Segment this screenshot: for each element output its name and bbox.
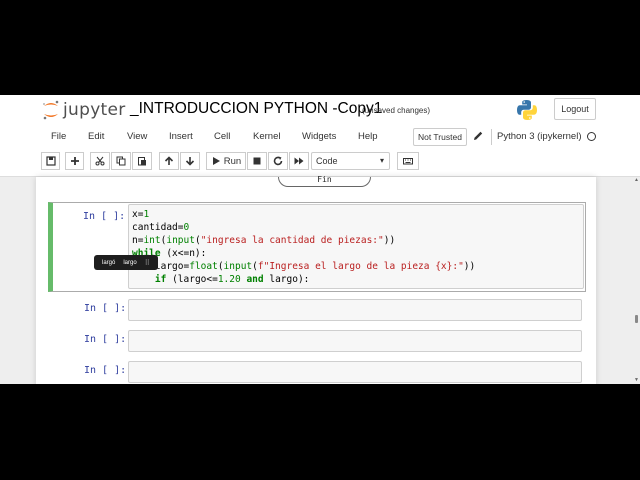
jupyter-logo-icon [43,100,59,120]
command-palette-button[interactable] [397,152,419,170]
keyboard-icon [403,158,413,165]
scroll-down-icon[interactable]: ▼ [634,377,639,383]
browser-viewport: jupyter _INTRODUCCION PYTHON -Copy1 (uns… [0,95,640,384]
fast-forward-icon [294,157,304,165]
toolbar: Run Code ▾ [0,148,640,177]
arrow-up-icon [164,156,174,165]
cut-icon [95,156,105,166]
jupyter-wordmark: jupyter [63,100,126,120]
interrupt-button[interactable] [247,152,267,170]
cell-prompt: In [ ]: [84,365,127,376]
scrollbar-thumb[interactable] [635,315,638,323]
python-logo-icon [517,100,537,120]
restart-run-all-button[interactable] [289,152,309,170]
autocomplete-item[interactable]: largo [123,260,136,266]
cell-prompt: In [ ]: [84,303,127,314]
kernel-idle-icon [587,132,596,141]
restart-button[interactable] [268,152,288,170]
page-scrollbar[interactable]: ▲ ▼ [633,177,640,384]
paste-button[interactable] [132,152,152,170]
notebook-header: jupyter _INTRODUCCION PYTHON -Copy1 (uns… [0,95,640,126]
kernel-divider [491,129,492,145]
grip-icon: ⠿ [144,259,150,267]
cell-prompt: In [ ]: [83,211,126,222]
cell-prompt: In [ ]: [84,334,127,345]
logout-button[interactable]: Logout [554,98,596,120]
run-label: Run [223,155,242,167]
menubar: File Edit View Insert Cell Kernel Widget… [0,126,640,148]
menu-edit[interactable]: Edit [88,131,104,142]
code-cell[interactable]: In [ ]: [48,326,586,354]
menu-widgets[interactable]: Widgets [302,131,336,142]
stop-icon [253,157,261,165]
notebook-container: Fin In [ ]: x=1 cantidad=0 n=int(input("… [36,175,596,384]
paste-icon [138,157,146,166]
previous-cell-output: Fin [278,175,371,187]
autocomplete-tooltip: largó largo ⠿ [94,255,158,270]
previous-output-text: Fin [317,175,332,184]
jupyter-logo[interactable]: jupyter [42,100,126,120]
copy-icon [116,156,126,166]
run-button[interactable]: Run [206,152,246,170]
play-icon [212,157,220,165]
cell-type-select[interactable]: Code ▾ [311,152,390,170]
insert-cell-button[interactable] [65,152,84,170]
code-line: largo=float(input(f"Ingresa el largo de … [132,261,476,272]
cell-type-value: Code [316,156,338,166]
chevron-down-icon: ▾ [379,156,384,165]
code-line: n=int(input("ingresa la cantidad de piez… [132,235,396,246]
menu-file[interactable]: File [51,131,66,142]
move-up-button[interactable] [159,152,179,170]
menu-cell[interactable]: Cell [214,131,230,142]
kernel-name[interactable]: Python 3 (ipykernel) [497,131,581,142]
code-editor[interactable]: x=1 cantidad=0 n=int(input("ingresa la c… [128,204,584,289]
code-cell[interactable]: In [ ]: [48,295,586,323]
cut-button[interactable] [90,152,110,170]
menu-insert[interactable]: Insert [169,131,193,142]
code-line: x=1 [132,209,150,220]
code-cell[interactable]: In [ ]: [48,357,586,384]
menu-kernel[interactable]: Kernel [253,131,280,142]
code-editor[interactable] [128,330,582,352]
move-down-button[interactable] [180,152,200,170]
restart-icon [273,156,283,166]
arrow-down-icon [185,157,195,166]
save-status: (unsaved changes) [362,106,431,115]
menu-view[interactable]: View [127,131,147,142]
code-line: if (largo<=1.20 and largo): [154,274,310,285]
code-editor[interactable] [128,361,582,383]
code-line: cantidad=0 [132,222,190,233]
trust-indicator-button[interactable]: Not Trusted [413,128,467,146]
menu-help[interactable]: Help [358,131,378,142]
save-icon [45,156,56,166]
code-cell-selected[interactable]: In [ ]: x=1 cantidad=0 n=int(input("ingr… [48,202,586,292]
pencil-icon[interactable] [472,130,484,142]
scroll-up-icon[interactable]: ▲ [634,177,639,183]
autocomplete-item[interactable]: largó [102,260,115,266]
notebook-title[interactable]: _INTRODUCCION PYTHON -Copy1 [130,100,382,118]
code-editor[interactable] [128,299,582,321]
save-button[interactable] [41,152,60,170]
plus-icon [70,157,79,165]
copy-button[interactable] [111,152,131,170]
